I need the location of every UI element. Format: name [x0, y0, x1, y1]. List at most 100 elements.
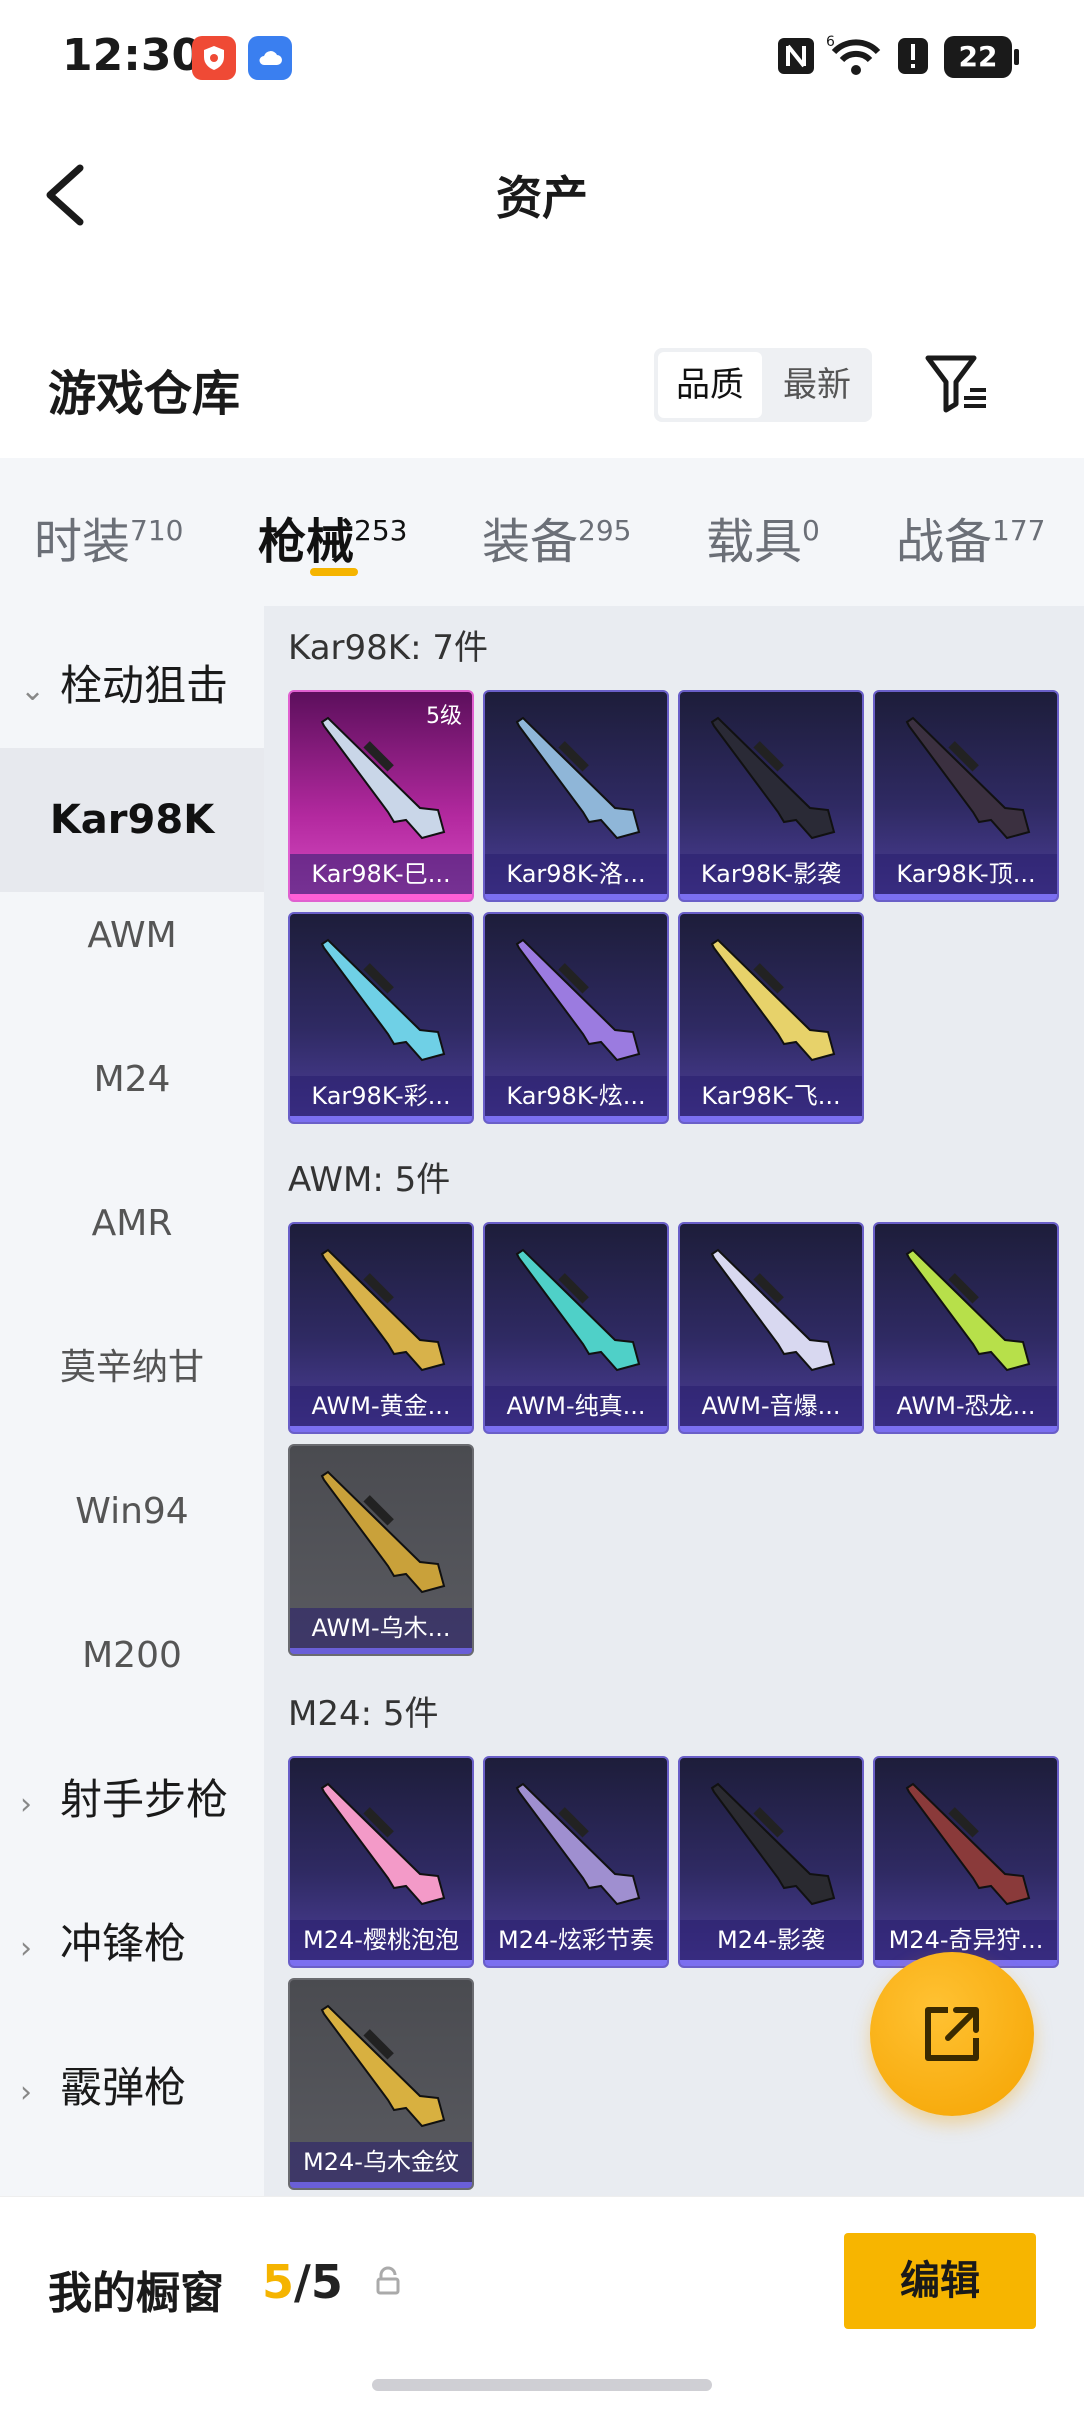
chevron-right-icon: ›: [20, 2075, 32, 2110]
sidebar-group-label: 冲锋枪: [60, 1919, 187, 1968]
alert-icon: [898, 38, 928, 74]
sidebar-item-kar98k[interactable]: Kar98K: [0, 748, 264, 892]
rifle-icon: [515, 1248, 641, 1372]
sidebar-item-amr[interactable]: AMR: [0, 1194, 264, 1254]
sidebar-group-label: 霰弹枪: [60, 2063, 187, 2112]
item-name: M24-影袭: [680, 1920, 862, 1960]
item-card[interactable]: Kar98K-炫...: [483, 912, 669, 1124]
rifle-icon: [320, 1782, 446, 1906]
sidebar-group-label: 栓动狙击: [60, 661, 229, 710]
rifle-icon: [320, 2004, 446, 2128]
item-card[interactable]: M24-影袭: [678, 1756, 864, 1968]
page-title: 资产: [496, 171, 588, 225]
quality-bar: [290, 894, 472, 900]
quality-bar: [875, 894, 1057, 900]
item-card[interactable]: AWM-乌木...: [288, 1444, 474, 1656]
tab-label: 时装: [34, 514, 131, 570]
item-name: Kar98K-顶...: [875, 854, 1057, 894]
quality-bar: [290, 1960, 472, 1966]
sidebar-group-marksman[interactable]: › 射手步枪: [20, 1766, 228, 1827]
item-card[interactable]: M24-奇异狩...: [873, 1756, 1059, 1968]
tab-count: 177: [992, 514, 1046, 547]
tab-count: 0: [802, 514, 820, 547]
item-card[interactable]: AWM-音爆...: [678, 1222, 864, 1434]
tab-vehicles[interactable]: 载具0: [706, 502, 820, 572]
quality-bar: [290, 1426, 472, 1432]
item-card[interactable]: M24-樱桃泡泡: [288, 1756, 474, 1968]
sidebar-group-bolt-action[interactable]: ⌄ 栓动狙击: [20, 652, 228, 713]
showcase-count: 5/5: [262, 2255, 343, 2309]
quality-bar: [485, 1116, 667, 1122]
item-card[interactable]: 5级 Kar98K-巳...: [288, 690, 474, 902]
item-card[interactable]: M24-炫彩节奏: [483, 1756, 669, 1968]
sidebar-group-smg[interactable]: › 冲锋枪: [20, 1910, 186, 1971]
item-card[interactable]: Kar98K-影袭: [678, 690, 864, 902]
sidebar-group-label: 射手步枪: [60, 1775, 229, 1824]
showcase-total: 5: [310, 2255, 343, 2309]
sidebar-item-mosin[interactable]: 莫辛纳甘: [0, 1338, 264, 1398]
category-tabs: 时装710 枪械253 装备295 载具0 战备177: [0, 458, 1084, 606]
tab-label: 枪械: [258, 514, 355, 570]
sort-toggle[interactable]: 品质 最新: [654, 348, 872, 422]
quality-bar: [485, 894, 667, 900]
item-name: Kar98K-影袭: [680, 854, 862, 894]
rifle-icon: [905, 716, 1031, 840]
item-name: AWM-恐龙...: [875, 1386, 1057, 1426]
filter-icon[interactable]: [924, 352, 990, 418]
share-button[interactable]: [870, 1952, 1034, 2116]
item-name: Kar98K-洛...: [485, 854, 667, 894]
quality-bar: [290, 1116, 472, 1122]
rifle-icon: [320, 1248, 446, 1372]
status-time: 12:30: [62, 30, 203, 81]
showcase-label: 我的橱窗: [48, 2268, 224, 2319]
item-card[interactable]: AWM-恐龙...: [873, 1222, 1059, 1434]
item-name: Kar98K-炫...: [485, 1076, 667, 1116]
tab-firearms[interactable]: 枪械253: [258, 502, 407, 572]
item-name: AWM-音爆...: [680, 1386, 862, 1426]
quality-bar: [680, 1116, 862, 1122]
edit-button[interactable]: 编辑: [844, 2233, 1036, 2329]
item-card[interactable]: M24-乌木金纹: [288, 1978, 474, 2190]
quality-bar: [875, 1426, 1057, 1432]
sidebar-item-win94[interactable]: Win94: [0, 1482, 264, 1542]
rifle-icon: [710, 1782, 836, 1906]
rifle-icon: [320, 716, 446, 840]
quality-bar: [680, 894, 862, 900]
sort-quality-button[interactable]: 品质: [658, 352, 762, 418]
chevron-down-icon: ⌄: [20, 673, 46, 708]
item-card[interactable]: Kar98K-飞...: [678, 912, 864, 1124]
active-tab-indicator: [310, 568, 358, 576]
item-name: AWM-乌木...: [290, 1608, 472, 1648]
sidebar-item-m24[interactable]: M24: [0, 1050, 264, 1110]
item-name: AWM-黄金...: [290, 1386, 472, 1426]
tab-supplies[interactable]: 战备177: [896, 502, 1045, 572]
sidebar-group-shotgun[interactable]: › 霰弹枪: [20, 2054, 186, 2115]
section-title: AWM: 5件: [288, 1160, 451, 1200]
chevron-right-icon: ›: [20, 1787, 32, 1822]
showcase-used: 5: [262, 2255, 295, 2309]
rifle-icon: [710, 716, 836, 840]
item-name: Kar98K-彩...: [290, 1076, 472, 1116]
item-name: Kar98K-巳...: [290, 854, 472, 894]
sidebar-item-m200[interactable]: M200: [0, 1626, 264, 1686]
lock-icon: [376, 2266, 400, 2295]
battery-icon: 22: [944, 36, 1019, 78]
quality-bar: [485, 1960, 667, 1966]
tab-count: 253: [354, 514, 408, 547]
sidebar-item-awm[interactable]: AWM: [0, 906, 264, 966]
item-card[interactable]: Kar98K-洛...: [483, 690, 669, 902]
item-card[interactable]: AWM-纯真...: [483, 1222, 669, 1434]
item-card[interactable]: AWM-黄金...: [288, 1222, 474, 1434]
wifi-icon: 6: [826, 34, 881, 75]
showcase-bar: 我的橱窗 5/5 编辑: [0, 2196, 1084, 2412]
item-card[interactable]: Kar98K-彩...: [288, 912, 474, 1124]
sort-newest-button[interactable]: 最新: [766, 352, 868, 418]
rifle-icon: [905, 1782, 1031, 1906]
rifle-icon: [515, 716, 641, 840]
item-card[interactable]: Kar98K-顶...: [873, 690, 1059, 902]
warehouse-title: 游戏仓库: [48, 366, 241, 422]
cloud-icon: [248, 36, 292, 80]
tab-equipment[interactable]: 装备295: [482, 502, 631, 572]
tab-fashion[interactable]: 时装710: [34, 502, 183, 572]
chevron-right-icon: ›: [20, 1931, 32, 1966]
